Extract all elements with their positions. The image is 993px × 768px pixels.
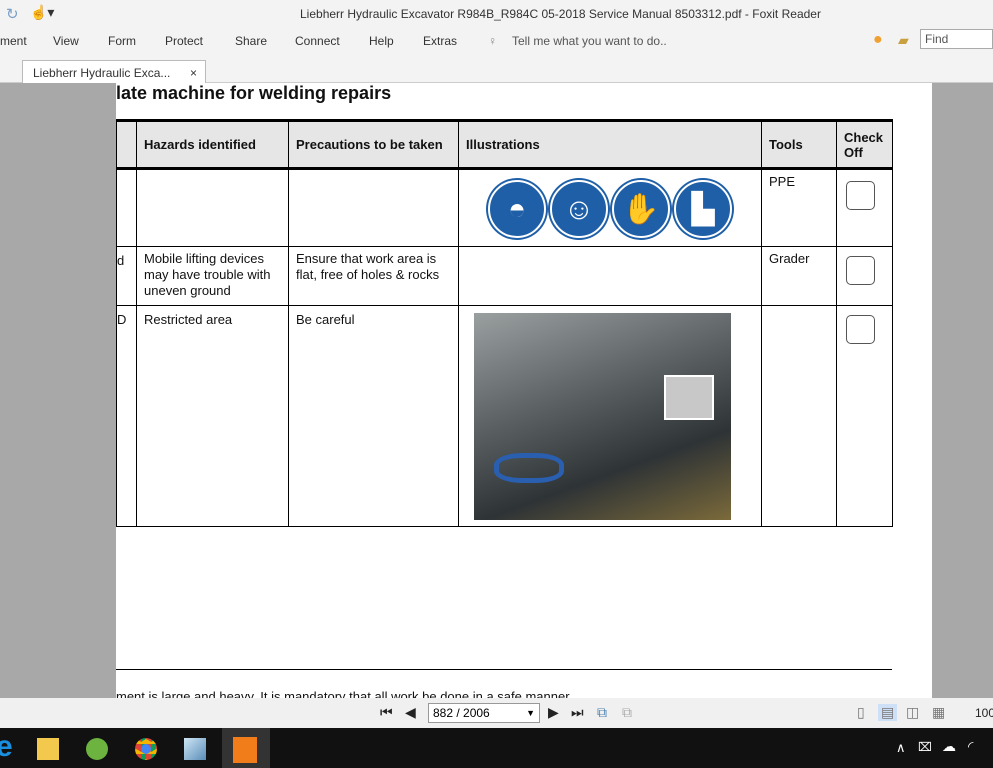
wifi-icon[interactable]: ◜ <box>968 738 973 755</box>
footer-text: ment is large and heavy. It is mandatory… <box>116 689 573 698</box>
notepad-icon[interactable] <box>184 738 206 760</box>
first-page-icon[interactable]: ⏮ <box>380 704 393 721</box>
lightbulb-icon: ♀ <box>488 34 497 48</box>
footer-rule <box>116 669 892 670</box>
table-row: d Mobile lifting devices may have troubl… <box>116 246 893 306</box>
checkbox[interactable] <box>846 181 875 210</box>
illustration-cell: ◓ ☺ ✋ ▙ <box>458 168 762 247</box>
continuous-facing-icon[interactable]: ▦ <box>932 704 945 721</box>
tell-me-input[interactable]: Tell me what you want to do.. <box>512 34 667 48</box>
col-header-step <box>116 119 137 170</box>
col-header-check-off: Check Off <box>836 119 893 170</box>
engine-starter-photo <box>474 313 731 520</box>
menu-comment[interactable]: ment <box>0 34 27 48</box>
check-cell <box>836 305 893 527</box>
menu-help[interactable]: Help <box>369 34 394 48</box>
app-icon[interactable] <box>86 738 108 760</box>
find-input[interactable]: Find <box>920 29 993 49</box>
tools-cell: PPE <box>761 168 837 247</box>
chrome-icon[interactable] <box>135 738 157 760</box>
col-header-illustrations: Illustrations <box>458 119 762 170</box>
prev-page-icon[interactable]: ◀ <box>405 704 416 721</box>
window-title: Liebherr Hydraulic Excavator R984B_R984C… <box>300 7 821 21</box>
menu-form[interactable]: Form <box>108 34 136 48</box>
check-cell <box>836 246 893 306</box>
continuous-page-icon[interactable]: ▤ <box>878 704 898 721</box>
illustration-cell <box>458 246 762 306</box>
page-number: 882 / 2006 <box>433 706 490 720</box>
next-page-icon[interactable]: ▶ <box>548 704 559 721</box>
pdf-page: late machine for welding repairs Hazards… <box>116 83 932 698</box>
heart-icon[interactable]: ● <box>873 31 883 49</box>
cloud-icon[interactable]: ☁ <box>942 738 956 755</box>
hazard-table: Hazards identified Precautions to be tak… <box>116 119 893 527</box>
step-cell: D <box>116 305 137 527</box>
menu-extras[interactable]: Extras <box>423 34 457 48</box>
file-explorer-icon[interactable] <box>37 738 59 760</box>
zoom-level[interactable]: 100 <box>975 706 993 720</box>
hard-hat-icon: ◓ <box>488 180 546 238</box>
table-header-row: Hazards identified Precautions to be tak… <box>116 119 893 170</box>
hand-tool-icon[interactable]: ☝▾ <box>30 4 54 21</box>
gloves-icon: ✋ <box>612 180 670 238</box>
edge-icon[interactable]: e <box>0 730 13 764</box>
single-page-icon[interactable]: ▯ <box>857 704 865 721</box>
chevron-down-icon[interactable]: ▼ <box>526 708 535 718</box>
foxit-icon <box>233 737 257 763</box>
menu-share[interactable]: Share <box>235 34 267 48</box>
menu-protect[interactable]: Protect <box>165 34 203 48</box>
col-header-precautions: Precautions to be taken <box>288 119 459 170</box>
step-cell <box>116 168 137 247</box>
page-number-input[interactable]: 882 / 2006 ▼ <box>428 703 540 723</box>
col-header-hazards: Hazards identified <box>136 119 289 170</box>
illustration-cell <box>458 305 762 527</box>
tray-chevron-icon[interactable]: ∧ <box>896 740 906 756</box>
goggles-icon: ☺ <box>550 180 608 238</box>
precaution-cell <box>288 168 459 247</box>
hazard-cell: Restricted area <box>136 305 289 527</box>
table-row: D Restricted area Be careful <box>116 305 893 527</box>
folder-search-icon[interactable]: ▰ <box>898 32 909 49</box>
tools-cell: Grader <box>761 246 837 306</box>
table-row: ◓ ☺ ✋ ▙ PPE <box>116 168 893 247</box>
facing-page-icon[interactable]: ◫ <box>906 704 919 721</box>
checkbox[interactable] <box>846 256 875 285</box>
checkbox[interactable] <box>846 315 875 344</box>
power-icon[interactable]: ⌧ <box>918 740 932 754</box>
precaution-cell: Be careful <box>288 305 459 527</box>
tools-cell <box>761 305 837 527</box>
boots-icon: ▙ <box>674 180 732 238</box>
foxit-taskbar-button[interactable] <box>222 728 270 768</box>
next-view-icon[interactable]: ⧉ <box>622 704 632 721</box>
blue-hose <box>494 453 564 483</box>
redo-icon[interactable]: ↻ <box>6 5 19 23</box>
section-heading: late machine for welding repairs <box>116 83 392 103</box>
menu-connect[interactable]: Connect <box>295 34 340 48</box>
check-cell <box>836 168 893 247</box>
close-tab-icon[interactable]: × <box>190 66 197 80</box>
previous-view-icon[interactable]: ⧉ <box>597 704 607 721</box>
tab-label: Liebherr Hydraulic Exca... <box>33 66 171 80</box>
title-bar: ↻ ☝▾ Liebherr Hydraulic Excavator R984B_… <box>0 0 993 28</box>
menu-bar: ment View Form Protect Share Connect Hel… <box>0 28 993 56</box>
menu-view[interactable]: View <box>53 34 79 48</box>
document-tab[interactable]: Liebherr Hydraulic Exca... × <box>22 60 206 84</box>
detail-inset <box>664 375 714 420</box>
step-cell: d <box>116 246 137 306</box>
precaution-cell: Ensure that work area is flat, free of h… <box>288 246 459 306</box>
last-page-icon[interactable]: ⏭ <box>571 704 584 721</box>
hazard-cell <box>136 168 289 247</box>
hazard-cell: Mobile lifting devices may have trouble … <box>136 246 289 306</box>
col-header-tools: Tools <box>761 119 837 170</box>
